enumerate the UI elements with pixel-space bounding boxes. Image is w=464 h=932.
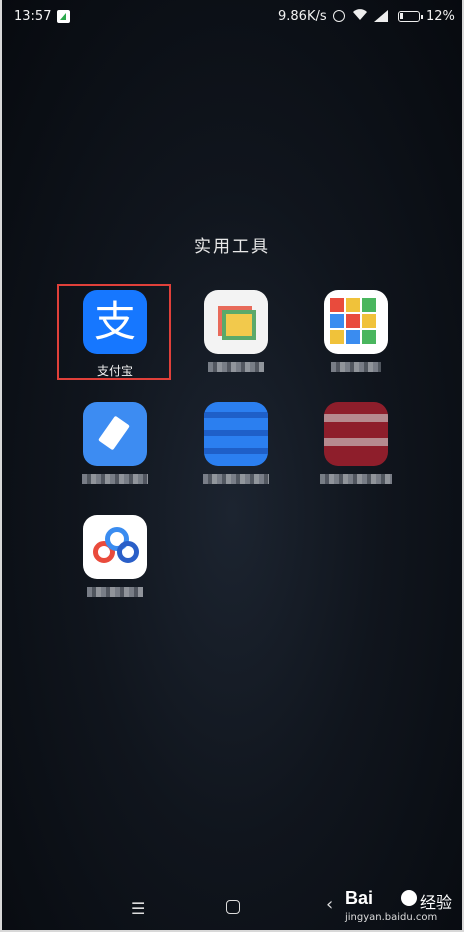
status-bar: 13:57 9.86K/s 12%: [0, 0, 464, 34]
watermark-brand-cn: 经验: [420, 893, 453, 912]
app-label-blurred: [87, 587, 143, 597]
app-cloud[interactable]: [65, 515, 165, 597]
app-notes-stack[interactable]: [186, 290, 286, 372]
menu-button[interactable]: ☰: [131, 899, 145, 918]
watermark-brand: Bai: [345, 888, 374, 908]
app-label-blurred: [320, 474, 392, 484]
app-red[interactable]: [306, 402, 406, 484]
app-alipay[interactable]: 支 支付宝: [65, 290, 165, 378]
battery-percent: 12%: [426, 9, 455, 24]
app-label-blurred: [82, 474, 148, 484]
status-time: 13:57: [14, 9, 52, 24]
notes-stack-icon[interactable]: [204, 290, 268, 354]
folder-title[interactable]: 实用工具: [0, 232, 464, 257]
battery-icon: [398, 11, 423, 22]
alarm-icon: [333, 10, 345, 22]
wifi-icon: [352, 8, 368, 25]
app-label-blurred: [331, 362, 381, 372]
pencil-icon[interactable]: [83, 402, 147, 466]
mosaic-icon[interactable]: [324, 290, 388, 354]
watermark-url: jingyan.baidu.com: [345, 912, 438, 923]
cloud-icon[interactable]: [83, 515, 147, 579]
alipay-glyph: 支: [93, 297, 136, 346]
notification-icon: [57, 10, 70, 23]
app-blue[interactable]: [186, 402, 286, 484]
app-label-blurred: [208, 362, 264, 372]
back-button[interactable]: ‹: [326, 894, 333, 915]
baidu-watermark: Bai 经验 jingyan.baidu.com: [345, 888, 460, 928]
alipay-icon[interactable]: 支: [83, 290, 147, 354]
home-button[interactable]: [226, 900, 240, 914]
app-label-alipay: 支付宝: [96, 364, 133, 378]
blue-app-icon[interactable]: [204, 402, 268, 466]
red-app-icon[interactable]: [324, 402, 388, 466]
app-label-blurred: [203, 474, 269, 484]
paw-icon: [401, 890, 417, 906]
app-mosaic[interactable]: [306, 290, 406, 372]
signal-icon: [374, 10, 388, 22]
network-speed: 9.86K/s: [278, 9, 327, 24]
app-pencil[interactable]: [65, 402, 165, 484]
